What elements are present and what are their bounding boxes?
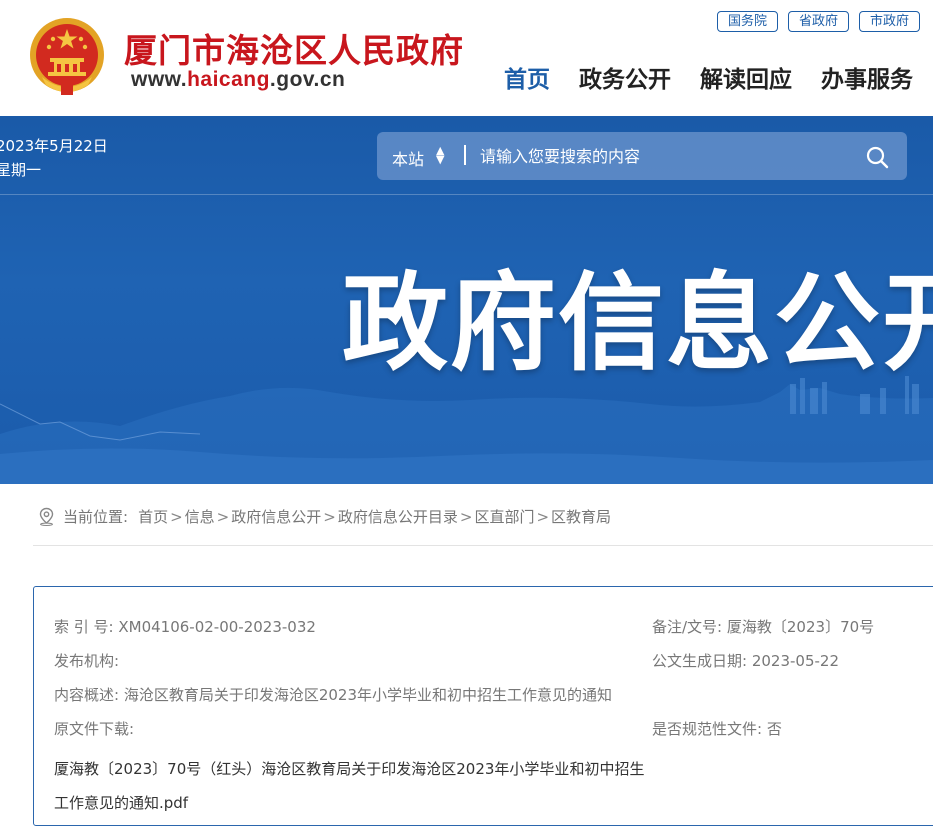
breadcrumb-separator: > — [170, 507, 183, 526]
index-number-value: XM04106-02-00-2023-032 — [118, 618, 316, 636]
banner-toolbar: 2023年5月22日 星期一 本站 ▲ ▼ — [0, 116, 933, 195]
doc-number-value: 厦海教〔2023〕70号 — [726, 618, 875, 636]
site-url-highlight: haicang — [187, 68, 270, 91]
breadcrumb-gov-info-disclosure[interactable]: 政府信息公开 — [231, 506, 321, 527]
nav-services[interactable]: 办事服务 — [821, 60, 913, 94]
current-weekday: 星期一 — [0, 161, 42, 179]
sort-arrows-icon[interactable]: ▲ ▼ — [436, 145, 444, 165]
search-scope-select[interactable]: 本站 — [392, 146, 424, 170]
banner-title: 政府信息公开 — [342, 262, 933, 385]
normative-value: 否 — [766, 720, 782, 738]
breadcrumb-education-bureau[interactable]: 区教育局 — [551, 506, 611, 527]
banner: 2023年5月22日 星期一 本站 ▲▼ 政府信息公开 — [0, 116, 933, 484]
top-links: 国务院 省政府 市政府 — [716, 11, 920, 32]
normative-row: 是否规范性文件: 否 — [652, 718, 782, 739]
normative-label: 是否规范性文件: — [652, 720, 763, 738]
breadcrumb-label: 当前位置: — [63, 508, 129, 526]
site-url[interactable]: www.haicang.gov.cn — [131, 68, 345, 92]
download-label: 原文件下载: — [54, 720, 135, 738]
site-header: 厦门市海沧区人民政府 www.haicang.gov.cn 国务院 省政府 市政… — [0, 0, 933, 116]
top-link-state-council[interactable]: 国务院 — [716, 11, 778, 32]
national-emblem-logo[interactable] — [28, 15, 106, 97]
nav-gov-affairs[interactable]: 政务公开 — [579, 60, 671, 94]
search-bar: 本站 ▲ ▼ — [377, 132, 907, 180]
index-number-row: 索 引 号: XM04106-02-00-2023-032 — [54, 616, 316, 637]
doc-number-row: 备注/文号: 厦海教〔2023〕70号 — [652, 616, 874, 637]
date-display: 2023年5月22日 星期一 — [0, 134, 108, 182]
breadcrumb-separator: > — [459, 507, 473, 526]
download-row: 原文件下载: — [54, 718, 134, 739]
doc-date-label: 公文生成日期: — [652, 652, 748, 670]
search-divider — [464, 145, 466, 165]
site-url-suffix: .gov.cn — [269, 68, 346, 91]
index-number-label: 索 引 号: — [54, 618, 114, 636]
current-date: 2023年5月22日 — [0, 137, 108, 155]
doc-date-value: 2023-05-22 — [751, 652, 840, 670]
top-link-city[interactable]: 市政府 — [858, 11, 920, 32]
summary-value: 海沧区教育局关于印发海沧区2023年小学毕业和初中招生工作意见的通知 — [123, 686, 613, 704]
publisher-label: 发布机构: — [54, 652, 120, 670]
nav-home[interactable]: 首页 — [504, 60, 550, 94]
breadcrumb: 当前位置: 首页 > 信息 > 政府信息公开 > 政府信息公开目录 > 区直部门 > 区教… — [38, 506, 611, 527]
summary-label: 内容概述: — [54, 686, 120, 704]
breadcrumb-separator: > — [216, 507, 230, 526]
file-download-link[interactable]: 厦海教〔2023〕70号（红头）海沧区教育局关于印发海沧区2023年小学毕业和初… — [54, 752, 654, 820]
breadcrumb-separator: > — [536, 507, 550, 526]
site-title[interactable]: 厦门市海沧区人民政府 — [124, 24, 464, 72]
location-pin-icon — [39, 507, 54, 526]
search-icon[interactable] — [865, 145, 889, 169]
document-info-panel: 索 引 号: XM04106-02-00-2023-032 备注/文号: 厦海教… — [33, 586, 933, 826]
main-nav: 首页 政务公开 解读回应 办事服务 — [504, 60, 913, 94]
breadcrumb-separator: > — [323, 507, 336, 526]
skyline-illustration — [0, 376, 933, 484]
nav-interpretation[interactable]: 解读回应 — [700, 60, 792, 94]
top-link-province[interactable]: 省政府 — [787, 11, 849, 32]
site-url-prefix: www. — [131, 68, 188, 91]
summary-row: 内容概述: 海沧区教育局关于印发海沧区2023年小学毕业和初中招生工作意见的通知 — [54, 684, 612, 705]
breadcrumb-divider — [33, 545, 933, 546]
breadcrumb-home[interactable]: 首页 — [138, 506, 168, 527]
doc-number-label: 备注/文号: — [652, 618, 723, 636]
doc-date-row: 公文生成日期: 2023-05-22 — [652, 650, 839, 671]
publisher-row: 发布机构: — [54, 650, 119, 671]
breadcrumb-district-departments[interactable]: 区直部门 — [474, 506, 534, 527]
breadcrumb-disclosure-catalog[interactable]: 政府信息公开目录 — [338, 506, 458, 527]
search-input[interactable] — [480, 142, 840, 170]
breadcrumb-info[interactable]: 信息 — [185, 506, 215, 527]
